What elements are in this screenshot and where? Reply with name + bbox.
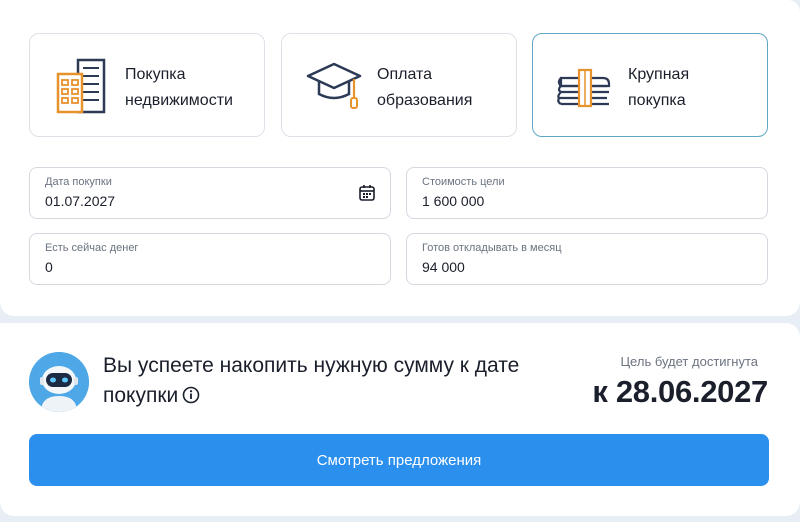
goal-tile-real-estate[interactable]: Покупка недвижимости (29, 33, 265, 137)
avatar (29, 352, 89, 412)
goal-date: к 28.06.2027 (592, 374, 768, 409)
graduation-cap-icon (306, 62, 362, 109)
result-message: Вы успеете накопить нужную сумму к дате … (103, 351, 523, 411)
goal-tile-label: Покупка недвижимости (125, 66, 233, 109)
building-icon (56, 58, 106, 114)
goal-tile-label: Оплата образования (377, 66, 473, 109)
field-label: Стоимость цели (422, 176, 505, 188)
goal-caption: Цель будет достигнута (620, 354, 758, 369)
robot-icon (29, 352, 89, 412)
monthly-saving-field[interactable]: Готов откладывать в месяц (406, 233, 768, 285)
current-money-field[interactable]: Есть сейчас денег (29, 233, 391, 285)
info-icon[interactable] (182, 386, 200, 404)
goal-tile-education[interactable]: Оплата образования (281, 33, 517, 137)
result-message-text: Вы успеете накопить нужную сумму к дате … (103, 354, 520, 407)
calendar-icon[interactable] (358, 184, 376, 202)
goal-cost-input[interactable] (422, 193, 722, 209)
monthly-saving-input[interactable] (422, 259, 722, 275)
field-label: Есть сейчас денег (45, 242, 139, 254)
purchase-date-input[interactable] (45, 193, 345, 209)
view-offers-button[interactable]: Смотреть предложения (29, 434, 769, 486)
goal-tile-big-purchase[interactable]: Крупная покупка (532, 33, 768, 137)
field-label: Дата покупки (45, 176, 112, 188)
money-stack-icon (557, 68, 611, 108)
goal-cost-field[interactable]: Стоимость цели (406, 167, 768, 219)
current-money-input[interactable] (45, 259, 345, 275)
purchase-date-field[interactable]: Дата покупки (29, 167, 391, 219)
field-label: Готов откладывать в месяц (422, 242, 562, 254)
goal-tile-label: Крупная покупка (628, 66, 690, 109)
goal-settings-card: Покупка недвижимости Оплата образования … (0, 0, 800, 316)
